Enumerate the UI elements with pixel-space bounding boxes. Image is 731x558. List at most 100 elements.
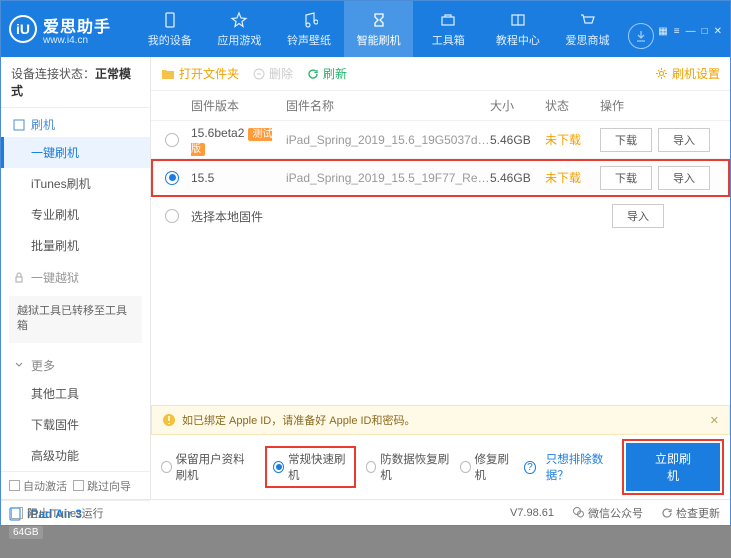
maximize-icon[interactable]: □	[702, 26, 708, 37]
local-label: 选择本地固件	[191, 208, 263, 225]
close-icon[interactable]: ✕	[714, 26, 722, 37]
import-button[interactable]: 导入	[658, 166, 710, 190]
nav-toolbox[interactable]: 工具箱	[413, 1, 483, 57]
btn-label: 刷机设置	[672, 65, 720, 82]
check-update-link[interactable]: 检查更新	[661, 505, 720, 521]
device-capacity: 64GB	[9, 526, 43, 539]
cell-status: 未下载	[545, 169, 600, 186]
nav-ringtone[interactable]: 铃声壁纸	[274, 1, 344, 57]
download-button[interactable]: 下载	[600, 166, 652, 190]
group-jailbreak[interactable]: 一键越狱	[1, 261, 150, 290]
sidebar-item-other[interactable]: 其他工具	[1, 378, 150, 409]
cell-filename: iPad_Spring_2019_15.6_19G5037d_Restore.i…	[286, 133, 490, 147]
nav-flash[interactable]: 智能刷机	[344, 1, 414, 57]
sidebar-item-itunes[interactable]: iTunes刷机	[1, 168, 150, 199]
opt-label: 修复刷机	[475, 451, 515, 483]
group-flash[interactable]: 刷机	[1, 108, 150, 137]
menu-icon[interactable]: ▦	[658, 26, 667, 37]
settings-icon[interactable]: ≡	[674, 26, 680, 37]
wechat-link[interactable]: 微信公众号	[572, 505, 643, 521]
refresh-button[interactable]: 刷新	[307, 65, 347, 82]
main-panel: 打开文件夹 删除 刷新 刷机设置 固件版本 固件名称 大小 状态 操作 15.6…	[151, 57, 730, 499]
opt-normal-fast[interactable]: 常规快速刷机	[265, 446, 355, 488]
nav-label: 应用游戏	[217, 32, 261, 48]
nav-label: 工具箱	[432, 32, 465, 48]
group-label: 一键越狱	[31, 269, 79, 286]
opt-keep-data[interactable]: 保留用户资料刷机	[161, 451, 255, 483]
cell-ops: 下载导入	[600, 166, 720, 190]
radio[interactable]	[165, 133, 179, 147]
device-status: 设备连接状态：正常模式	[1, 57, 150, 108]
app-window: iU 爱思助手 www.i4.cn 我的设备 应用游戏 铃声壁纸 智能刷机 工具…	[0, 0, 731, 526]
local-firmware-row[interactable]: 选择本地固件 导入	[151, 197, 730, 235]
nav-label: 教程中心	[496, 32, 540, 48]
sidebar-item-download-fw[interactable]: 下载固件	[1, 409, 150, 440]
nav-label: 铃声壁纸	[287, 32, 331, 48]
window-controls: ▦ ≡ — □ ✕	[658, 22, 722, 37]
download-center-icon[interactable]	[628, 23, 654, 49]
link-label: 微信公众号	[588, 505, 643, 521]
update-icon	[661, 507, 673, 519]
sidebar-item-batch[interactable]: 批量刷机	[1, 230, 150, 261]
nav-tutorial[interactable]: 教程中心	[483, 1, 553, 57]
flash-now-button[interactable]: 立即刷机	[626, 443, 720, 491]
link-label: 检查更新	[676, 505, 720, 521]
cell-filename: iPad_Spring_2019_15.5_19F77_Restore.ipsw	[286, 171, 490, 185]
open-folder-button[interactable]: 打开文件夹	[161, 65, 239, 82]
notice-text: 如已绑定 Apple ID，请准备好 Apple ID和密码。	[182, 412, 416, 428]
group-label: 刷机	[31, 116, 55, 133]
import-button[interactable]: 导入	[612, 204, 664, 228]
app-version: V7.98.61	[510, 507, 554, 519]
help-icon[interactable]: ?	[524, 461, 536, 474]
cell-version: 15.6beta2测试版	[191, 125, 286, 155]
download-button[interactable]: 下载	[600, 128, 652, 152]
status-bar: 阻止iTunes运行 V7.98.61 微信公众号 检查更新	[1, 499, 730, 525]
firmware-row[interactable]: 15.6beta2测试版 iPad_Spring_2019_15.6_19G50…	[151, 121, 730, 159]
radio[interactable]	[165, 171, 179, 185]
version-text: 15.6beta2	[191, 126, 244, 140]
appleid-notice: 如已绑定 Apple ID，请准备好 Apple ID和密码。 ✕	[151, 405, 730, 435]
sidebar-item-advanced[interactable]: 高级功能	[1, 440, 150, 471]
close-notice-icon[interactable]: ✕	[710, 414, 719, 427]
nav-my-device[interactable]: 我的设备	[135, 1, 205, 57]
exclude-data-link[interactable]: 只想排除数据？	[546, 451, 616, 483]
book-icon	[509, 11, 527, 29]
btn-label: 刷新	[323, 65, 347, 82]
body: 设备连接状态：正常模式 刷机 一键刷机 iTunes刷机 专业刷机 批量刷机 一…	[1, 57, 730, 499]
firmware-row[interactable]: 15.5 iPad_Spring_2019_15.5_19F77_Restore…	[151, 159, 730, 197]
nav-shop[interactable]: 爱思商城	[553, 1, 623, 57]
block-itunes-checkbox[interactable]: 阻止iTunes运行	[11, 505, 104, 521]
opt-label: 保留用户资料刷机	[176, 451, 256, 483]
flash-icon	[370, 11, 388, 29]
col-size: 大小	[490, 97, 545, 114]
sidebar: 设备连接状态：正常模式 刷机 一键刷机 iTunes刷机 专业刷机 批量刷机 一…	[1, 57, 151, 499]
square-icon	[13, 119, 25, 131]
toolbox-icon	[439, 11, 457, 29]
import-button[interactable]: 导入	[658, 128, 710, 152]
sidebar-item-pro[interactable]: 专业刷机	[1, 199, 150, 230]
flash-settings-button[interactable]: 刷机设置	[655, 65, 720, 82]
opt-label: 常规快速刷机	[288, 451, 348, 483]
nav-label: 爱思商城	[565, 32, 609, 48]
logo-badge: iU	[9, 15, 37, 43]
title-bar: iU 爱思助手 www.i4.cn 我的设备 应用游戏 铃声壁纸 智能刷机 工具…	[1, 1, 730, 57]
col-ops: 操作	[600, 97, 720, 114]
nav-apps[interactable]: 应用游戏	[205, 1, 275, 57]
col-version: 固件版本	[191, 97, 286, 114]
checkbox-label: 自动激活	[23, 478, 67, 494]
group-more[interactable]: 更多	[1, 349, 150, 378]
minimize-icon[interactable]: —	[686, 26, 696, 37]
opt-repair[interactable]: 修复刷机	[460, 451, 514, 483]
cell-version: 15.5	[191, 171, 286, 185]
warning-icon	[162, 413, 176, 427]
opt-anti-recovery[interactable]: 防数据恢复刷机	[366, 451, 450, 483]
auto-activate-checkbox[interactable]: 自动激活	[9, 478, 67, 494]
sidebar-item-oneclick[interactable]: 一键刷机	[1, 137, 150, 168]
skip-guide-checkbox[interactable]: 跳过向导	[73, 478, 131, 494]
radio[interactable]	[165, 209, 179, 223]
app-site: www.i4.cn	[43, 35, 111, 46]
delete-button[interactable]: 删除	[253, 65, 293, 82]
chevron-down-icon	[13, 359, 25, 371]
checkbox-label: 跳过向导	[87, 478, 131, 494]
status-label: 设备连接状态：	[11, 67, 95, 81]
